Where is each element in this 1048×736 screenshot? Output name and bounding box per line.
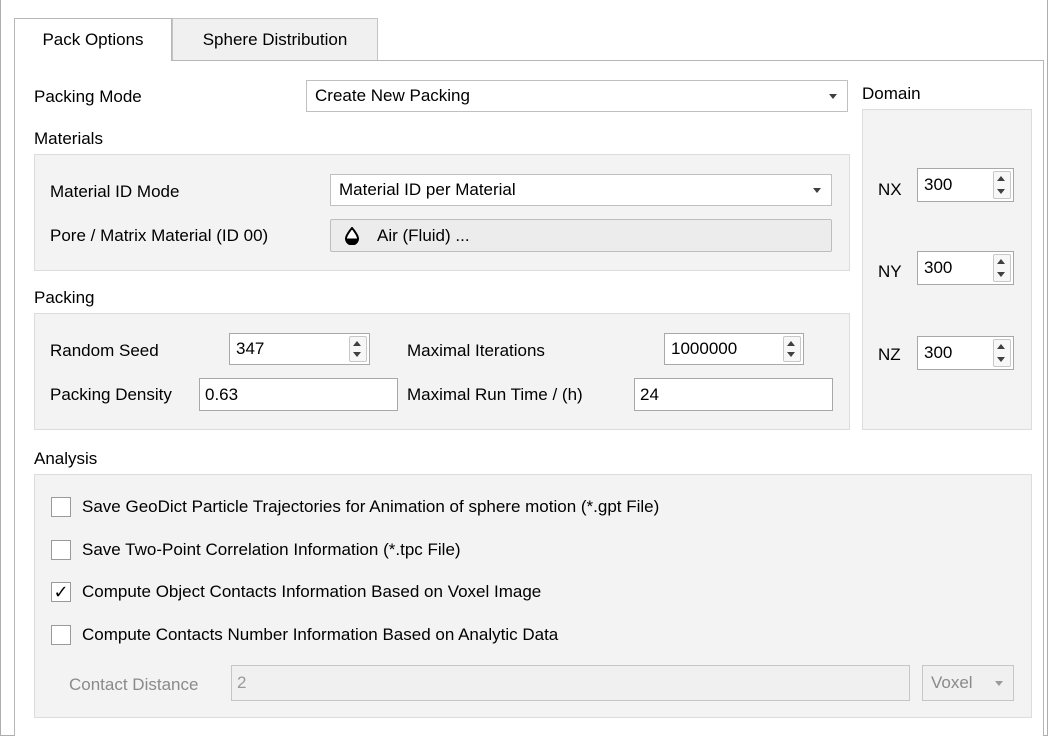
random-seed-label: Random Seed [50,341,159,360]
compute-object-contacts-label: Compute Object Contacts Information Base… [82,582,542,601]
packing-density-input[interactable]: 0.63 [199,378,398,411]
chevron-down-icon [787,352,795,357]
tab-sphere-distribution-label: Sphere Distribution [202,30,348,49]
chevron-down-icon [995,681,1003,686]
materials-group [34,154,850,271]
save-trajectories-checkbox[interactable] [51,497,71,517]
packing-group [34,313,850,430]
tab-sphere-distribution[interactable]: Sphere Distribution [172,18,378,61]
random-seed-spinbox[interactable]: 347 [229,333,370,365]
maximal-run-time-value: 24 [640,384,659,404]
chevron-up-icon [997,344,1005,349]
ny-value: 300 [924,258,953,277]
maximal-iterations-value: 1000000 [671,339,738,358]
chevron-up-icon [997,259,1005,264]
packing-mode-value: Create New Packing [315,86,470,105]
contact-distance-input[interactable]: 2 [231,665,910,701]
contact-distance-label: Contact Distance [69,675,199,694]
packing-density-value: 0.63 [205,384,239,404]
maximal-iterations-stepper[interactable] [783,336,801,362]
ny-label: NY [878,262,902,281]
ny-stepper[interactable] [993,254,1011,282]
maximal-run-time-label: Maximal Run Time / (h) [407,385,583,404]
save-trajectories-label: Save GeoDict Particle Trajectories for A… [82,497,660,516]
material-id-mode-label: Material ID Mode [50,182,180,201]
nx-value: 300 [924,175,953,194]
nz-spinbox[interactable]: 300 [917,336,1014,370]
pore-matrix-material-button[interactable]: Air (Fluid) ... [330,219,832,252]
chevron-down-icon [997,272,1005,277]
nz-value: 300 [924,343,953,362]
materials-title: Materials [34,129,103,148]
packing-density-label: Packing Density [50,385,172,404]
maximal-iterations-spinbox[interactable]: 1000000 [664,333,804,365]
chevron-down-icon [813,188,821,193]
maximal-iterations-label: Maximal Iterations [407,341,545,360]
domain-title: Domain [862,84,921,103]
check-icon: ✓ [53,582,69,602]
tab-pack-options[interactable]: Pack Options [14,18,172,61]
nx-stepper[interactable] [993,171,1011,199]
chevron-down-icon [997,357,1005,362]
chevron-down-icon [997,189,1005,194]
compute-contacts-number-checkbox[interactable] [51,625,71,645]
pore-matrix-material-value: Air (Fluid) ... [377,225,470,245]
nx-label: NX [878,180,902,199]
material-id-mode-value: Material ID per Material [339,180,516,199]
packing-mode-select[interactable]: Create New Packing [306,80,848,112]
nx-spinbox[interactable]: 300 [917,168,1014,202]
material-id-mode-select[interactable]: Material ID per Material [330,174,832,206]
pore-matrix-label: Pore / Matrix Material (ID 00) [50,226,269,245]
tab-pack-options-label: Pack Options [42,30,144,49]
analysis-title: Analysis [34,449,98,468]
compute-contacts-number-label: Compute Contacts Number Information Base… [82,625,559,644]
contact-distance-unit-value: Voxel [931,673,973,692]
random-seed-stepper[interactable] [349,336,367,362]
save-two-point-correlation-label: Save Two-Point Correlation Information (… [82,540,461,559]
ny-spinbox[interactable]: 300 [917,251,1014,285]
chevron-up-icon [353,341,361,346]
nz-stepper[interactable] [993,339,1011,367]
contact-distance-unit-select[interactable]: Voxel [922,665,1014,701]
compute-object-contacts-checkbox[interactable]: ✓ [51,582,71,602]
chevron-up-icon [787,341,795,346]
maximal-run-time-input[interactable]: 24 [634,378,833,411]
chevron-down-icon [353,352,361,357]
packing-title: Packing [34,288,95,307]
save-two-point-correlation-checkbox[interactable] [51,540,71,560]
packing-mode-label: Packing Mode [34,87,142,106]
contact-distance-value: 2 [237,673,247,692]
chevron-up-icon [997,176,1005,181]
chevron-down-icon [829,94,837,99]
random-seed-value: 347 [236,339,265,358]
nz-label: NZ [878,345,901,364]
droplet-icon [344,225,360,245]
